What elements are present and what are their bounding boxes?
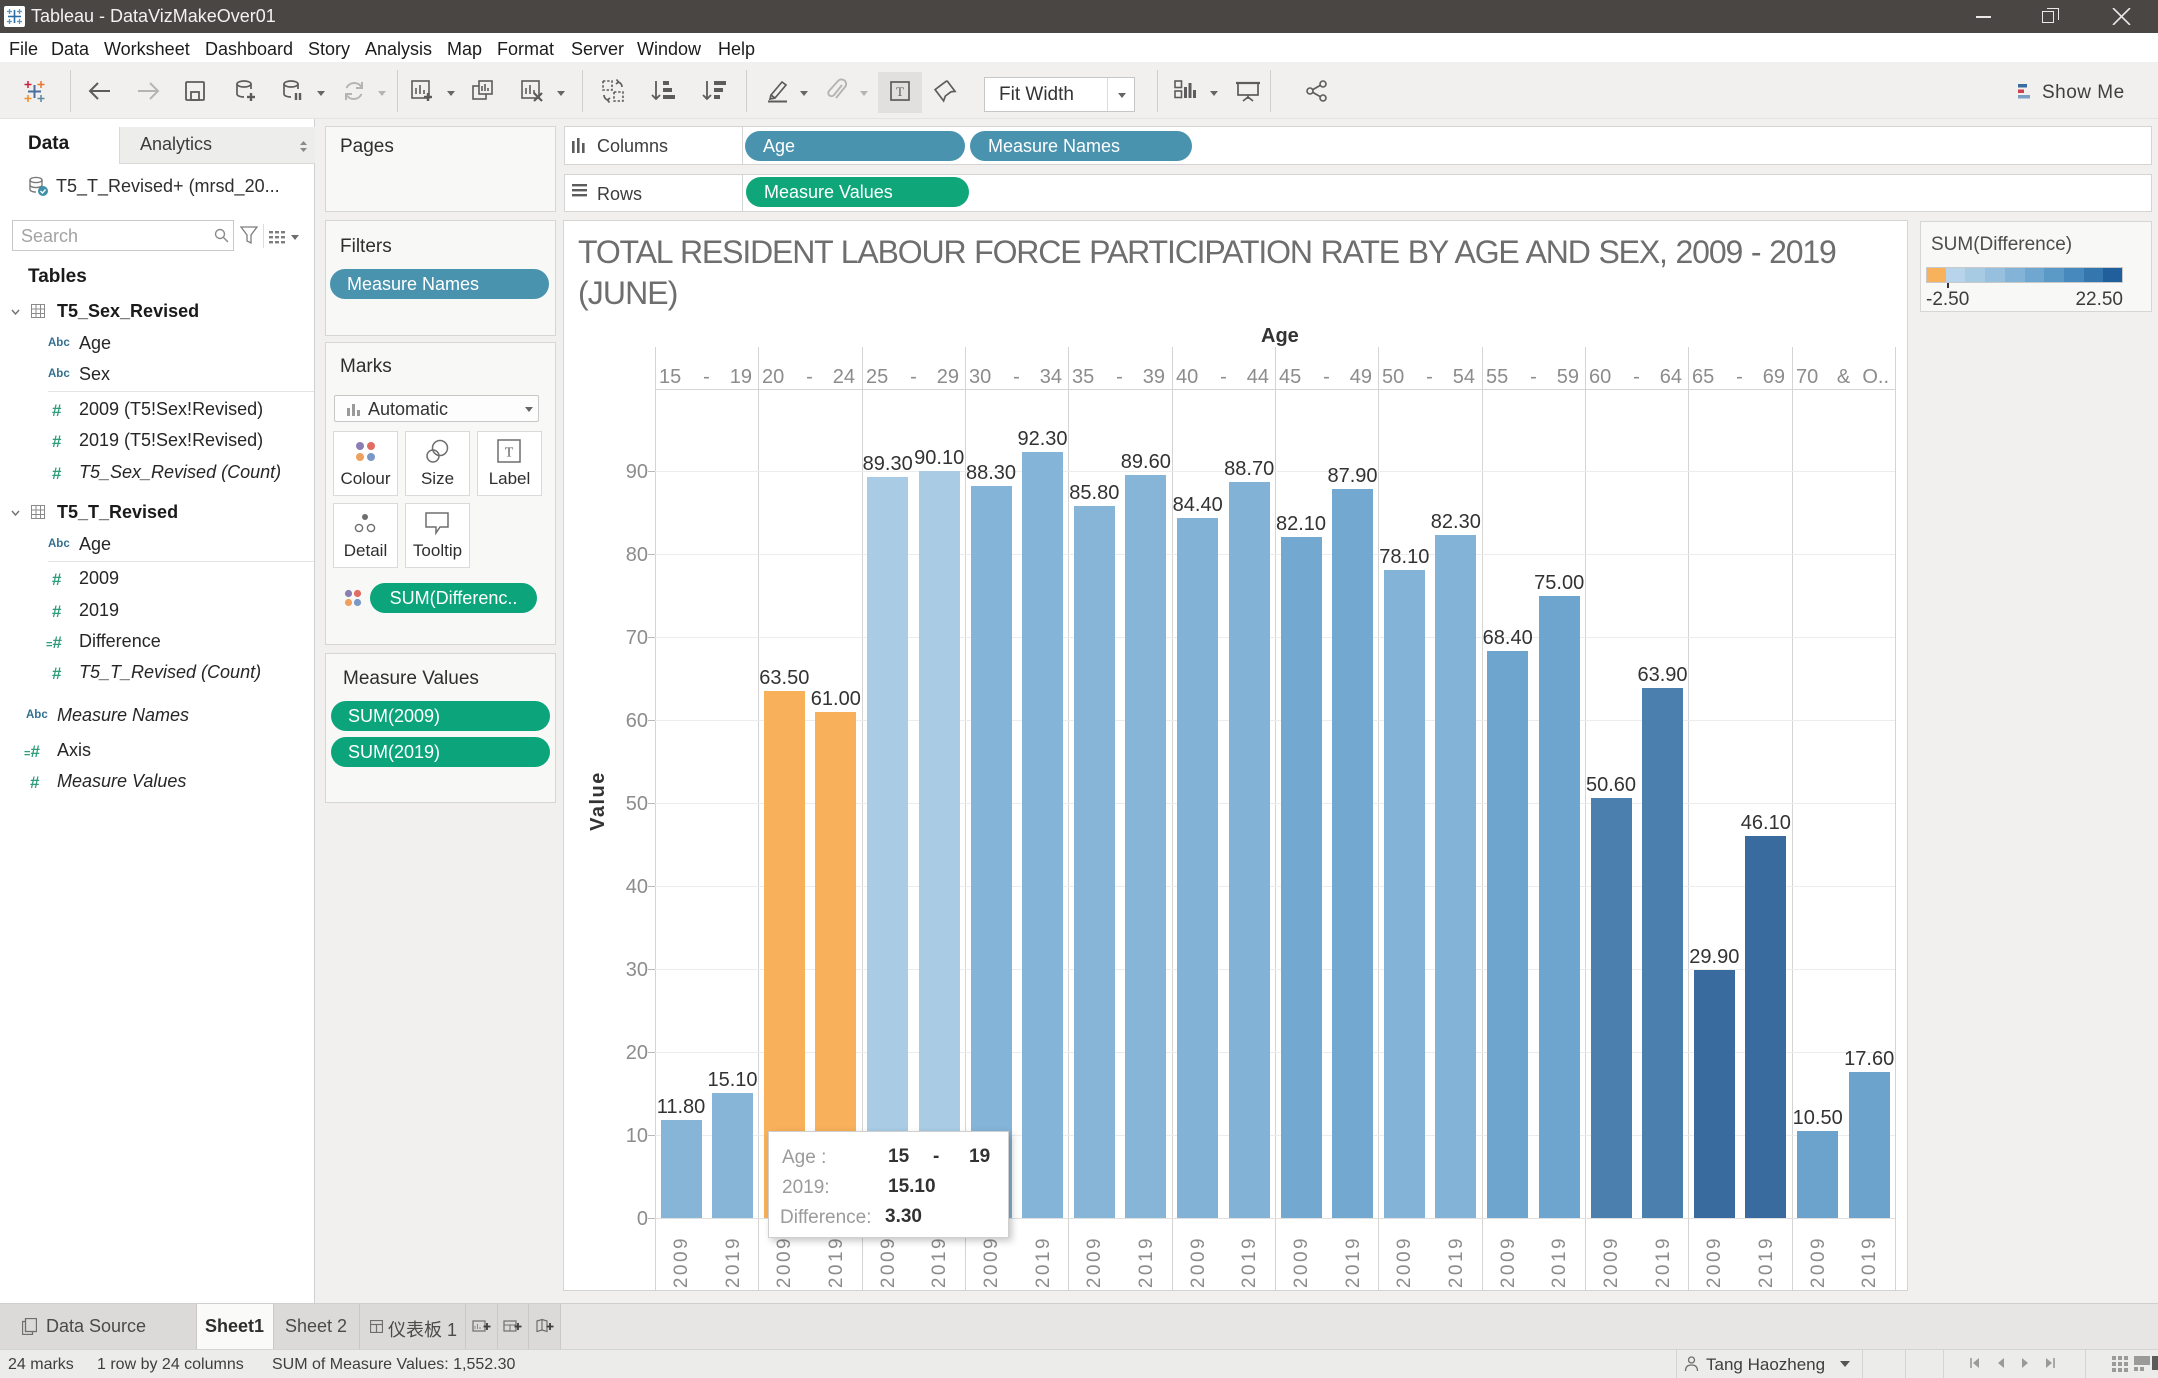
svg-text:T: T bbox=[505, 446, 514, 461]
svg-text:T: T bbox=[896, 84, 904, 99]
